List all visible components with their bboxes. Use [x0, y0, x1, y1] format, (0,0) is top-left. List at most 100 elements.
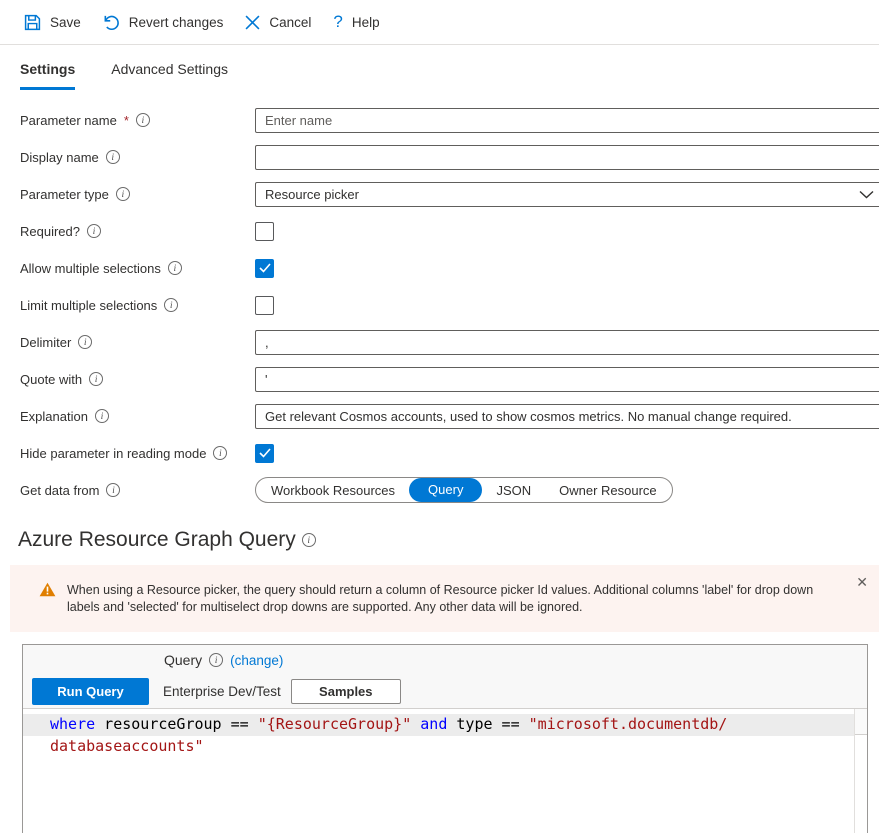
query-editor-panel: Query i (change) Run Query Enterprise De…: [22, 644, 868, 833]
cancel-label: Cancel: [269, 15, 311, 30]
get-data-from-label-group: Get data from i: [20, 483, 255, 498]
section-heading: Azure Resource Graph Query i: [18, 528, 879, 552]
help-icon: ?: [333, 12, 342, 32]
quote-with-label-group: Quote with i: [20, 372, 255, 387]
revert-changes-button[interactable]: Revert changes: [103, 14, 224, 31]
info-icon[interactable]: i: [106, 150, 120, 164]
info-icon[interactable]: i: [136, 113, 150, 127]
hide-parameter-checkbox[interactable]: [255, 444, 274, 463]
parameter-type-row: Parameter type i Resource picker: [0, 181, 879, 207]
parameter-settings-form: Parameter name * i Display name i Parame…: [0, 107, 879, 503]
editor-scrollbar[interactable]: [854, 709, 867, 833]
revert-icon: [103, 14, 120, 31]
allow-multiple-label-group: Allow multiple selections i: [20, 261, 255, 276]
warning-text: When using a Resource picker, the query …: [67, 583, 813, 614]
parameter-name-label-group: Parameter name * i: [20, 113, 255, 128]
explanation-row: Explanation i: [0, 403, 879, 429]
limit-multiple-label: Limit multiple selections: [20, 298, 157, 313]
parameter-type-label-group: Parameter type i: [20, 187, 255, 202]
display-name-label-group: Display name i: [20, 150, 255, 165]
close-icon: [245, 15, 260, 30]
display-name-row: Display name i: [0, 144, 879, 170]
get-data-from-option-json[interactable]: JSON: [482, 483, 545, 498]
info-icon[interactable]: i: [89, 372, 103, 386]
run-query-button[interactable]: Run Query: [32, 678, 149, 705]
required-label-group: Required? i: [20, 224, 255, 239]
display-name-label: Display name: [20, 150, 99, 165]
quote-with-row: Quote with i: [0, 366, 879, 392]
get-data-from-toggle: Workbook ResourcesQueryJSONOwner Resourc…: [255, 477, 673, 503]
subscription-scope-label: Enterprise Dev/Test: [163, 684, 281, 699]
get-data-from-label: Get data from: [20, 483, 99, 498]
delimiter-label: Delimiter: [20, 335, 71, 350]
required-label: Required?: [20, 224, 80, 239]
hide-parameter-row: Hide parameter in reading mode i: [0, 440, 879, 466]
command-bar: Save Revert changes Cancel ? Help: [0, 0, 879, 45]
tab-bar: Settings Advanced Settings: [20, 61, 879, 90]
help-button[interactable]: ? Help: [333, 12, 379, 32]
help-label: Help: [352, 15, 380, 30]
info-icon[interactable]: i: [213, 446, 227, 460]
allow-multiple-checkbox[interactable]: [255, 259, 274, 278]
save-icon: [24, 14, 41, 31]
info-icon[interactable]: i: [168, 261, 182, 275]
info-icon[interactable]: i: [164, 298, 178, 312]
get-data-from-option-query[interactable]: Query: [409, 478, 482, 502]
allow-multiple-selections-row: Allow multiple selections i: [0, 255, 879, 281]
parameter-type-value: Resource picker: [265, 187, 359, 202]
query-editor-header: Query i (change) Run Query Enterprise De…: [23, 645, 867, 709]
save-label: Save: [50, 15, 81, 30]
parameter-type-label: Parameter type: [20, 187, 109, 202]
query-label-group: Query i (change): [164, 652, 283, 668]
delimiter-input[interactable]: [255, 330, 879, 355]
info-icon[interactable]: i: [106, 483, 120, 497]
get-data-from-option-owner-resource[interactable]: Owner Resource: [545, 483, 671, 498]
info-icon[interactable]: i: [302, 533, 316, 547]
required-checkbox[interactable]: [255, 222, 274, 241]
limit-multiple-label-group: Limit multiple selections i: [20, 298, 255, 313]
parameter-name-row: Parameter name * i: [0, 107, 879, 133]
warning-triangle-icon: [39, 582, 56, 602]
save-button[interactable]: Save: [24, 14, 81, 31]
parameter-type-select[interactable]: Resource picker: [255, 182, 879, 207]
code-line[interactable]: databaseaccounts": [23, 736, 867, 758]
revert-changes-label: Revert changes: [129, 15, 224, 30]
tab-settings[interactable]: Settings: [20, 61, 75, 90]
close-icon[interactable]: ✕: [852, 571, 872, 593]
required-row: Required? i: [0, 218, 879, 244]
section-title-text: Azure Resource Graph Query: [18, 528, 296, 552]
allow-multiple-label: Allow multiple selections: [20, 261, 161, 276]
samples-button[interactable]: Samples: [291, 679, 401, 704]
code-line[interactable]: where resourceGroup == "{ResourceGroup}"…: [23, 714, 867, 736]
delimiter-row: Delimiter i: [0, 329, 879, 355]
explanation-label-group: Explanation i: [20, 409, 255, 424]
query-code-editor[interactable]: where resourceGroup == "{ResourceGroup}"…: [23, 709, 867, 833]
info-icon[interactable]: i: [209, 653, 223, 667]
explanation-input[interactable]: [255, 404, 879, 429]
info-icon[interactable]: i: [116, 187, 130, 201]
delimiter-label-group: Delimiter i: [20, 335, 255, 350]
quote-with-input[interactable]: [255, 367, 879, 392]
explanation-label: Explanation: [20, 409, 88, 424]
hide-parameter-label-group: Hide parameter in reading mode i: [20, 446, 255, 461]
warning-banner: When using a Resource picker, the query …: [10, 565, 879, 632]
parameter-name-label: Parameter name: [20, 113, 117, 128]
display-name-input[interactable]: [255, 145, 879, 170]
chevron-down-icon: [859, 188, 874, 204]
info-icon[interactable]: i: [87, 224, 101, 238]
hide-parameter-label: Hide parameter in reading mode: [20, 446, 206, 461]
editor-scrollbar-thumb[interactable]: [855, 709, 867, 735]
info-icon[interactable]: i: [78, 335, 92, 349]
cancel-button[interactable]: Cancel: [245, 15, 311, 30]
info-icon[interactable]: i: [95, 409, 109, 423]
change-link[interactable]: (change): [230, 653, 283, 668]
parameter-name-input[interactable]: [255, 108, 879, 133]
query-label: Query: [164, 652, 202, 668]
get-data-from-row: Get data from i Workbook ResourcesQueryJ…: [0, 477, 879, 503]
tab-advanced-settings[interactable]: Advanced Settings: [111, 61, 228, 90]
get-data-from-option-workbook-resources[interactable]: Workbook Resources: [257, 483, 409, 498]
query-editor-controls: Run Query Enterprise Dev/Test Samples: [32, 678, 401, 705]
quote-with-label: Quote with: [20, 372, 82, 387]
required-asterisk: *: [124, 113, 129, 128]
limit-multiple-checkbox[interactable]: [255, 296, 274, 315]
